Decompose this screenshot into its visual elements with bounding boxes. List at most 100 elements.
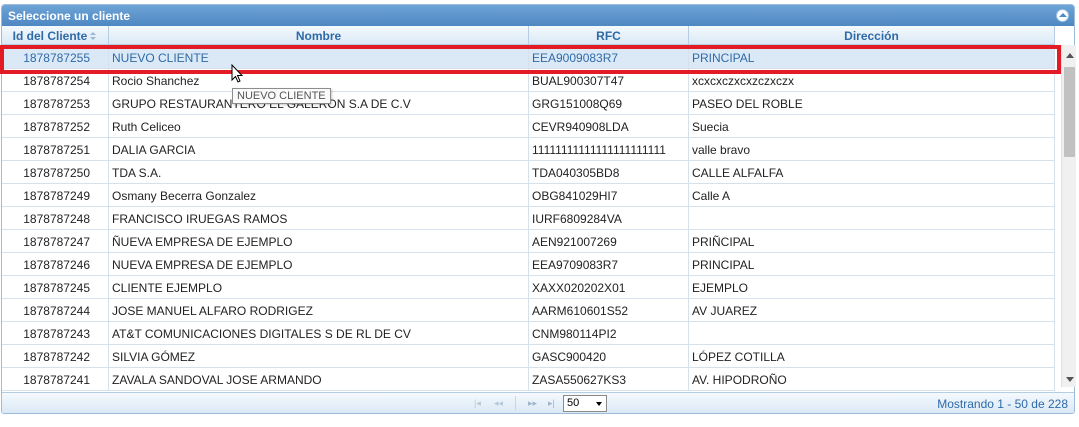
table-row[interactable]: 1878787247 ÑUEVA EMPRESA DE EJEMPLO AEN921…	[2, 230, 1055, 253]
first-page-icon[interactable]: |◂	[474, 399, 481, 408]
table-row[interactable]: 1878787255 NUEVO CLIENTE EEA9009083R7 PRINC…	[2, 46, 1055, 69]
dropdown-arrow-icon	[596, 402, 602, 406]
cell-id: 1878787250	[2, 161, 109, 183]
column-header-address-label: Dirección	[844, 29, 899, 43]
vertical-scrollbar[interactable]	[1061, 45, 1076, 387]
table-row[interactable]: 1878787244 JOSE MANUEL ALFARO RODRIGEZ AAR…	[2, 299, 1055, 322]
cell-id: 1878787241	[2, 368, 109, 390]
cell-address: Suecia	[689, 115, 1055, 137]
cell-rfc: GASC900420	[529, 345, 689, 367]
column-header-address[interactable]: Dirección	[689, 26, 1055, 44]
table-row[interactable]: 1878787242 SILVIA GÓMEZ GASC900420 LÓPEZ CO…	[2, 345, 1055, 368]
cell-id: 1878787242	[2, 345, 109, 367]
cell-address: PRINCIPAL	[689, 253, 1055, 275]
last-page-icon[interactable]: ▸|	[548, 399, 555, 408]
cell-name: ÑUEVA EMPRESA DE EJEMPLO	[109, 230, 529, 252]
prev-page-icon[interactable]: ◂◂	[494, 399, 503, 408]
table-row[interactable]: 1878787243 AT&T COMUNICACIONES DIGITALES …	[2, 322, 1055, 345]
cell-name: DALIA GARCIA	[109, 138, 529, 160]
cell-name: SILVIA GÓMEZ	[109, 345, 529, 367]
grid-titlebar: Seleccione un cliente	[2, 5, 1074, 26]
cell-name: CLIENTE EJEMPLO	[109, 276, 529, 298]
pager-info: Mostrando 1 - 50 de 228	[937, 397, 1068, 411]
grid-body: 1878787255 NUEVO CLIENTE EEA9009083R7 PRINC…	[2, 46, 1055, 392]
cell-id: 1878787244	[2, 299, 109, 321]
page-size-value: 50	[567, 397, 580, 409]
cell-address	[689, 207, 1055, 229]
cell-name: TDA S.A.	[109, 161, 529, 183]
pager-divider	[515, 396, 516, 410]
cell-address: LÓPEZ COTILLA	[689, 345, 1055, 367]
cell-rfc: ZASA550627KS3	[529, 368, 689, 390]
cell-name: AT&T COMUNICACIONES DIGITALES S DE RL DE…	[109, 322, 529, 344]
cell-address: AV. HIPODROÑO	[689, 368, 1055, 390]
cell-id: 1878787254	[2, 69, 109, 91]
table-row[interactable]: 1878787248 FRANCISCO IRUEGAS RAMOS IURF680…	[2, 207, 1055, 230]
cell-address: xcxcxczxcxzczxczx	[689, 69, 1055, 91]
cell-rfc: GRG151008Q69	[529, 92, 689, 114]
cell-address: AV JUAREZ	[689, 299, 1055, 321]
cell-rfc: EEA9009083R7	[529, 46, 689, 68]
column-header-name[interactable]: Nombre	[109, 26, 529, 44]
column-header-rfc[interactable]: RFC	[529, 26, 689, 44]
page-size-select[interactable]: 50	[563, 395, 607, 412]
cell-name: FRANCISCO IRUEGAS RAMOS	[109, 207, 529, 229]
cell-name: NUEVO CLIENTE	[109, 46, 529, 68]
cell-rfc: 11111111111111111111111	[529, 138, 689, 160]
table-row[interactable]: 1878787253 GRUPO RESTAURANTERO EL GALERON…	[2, 92, 1055, 115]
table-row[interactable]: 1878787249 Osmany Becerra Gonzalez OBG8410…	[2, 184, 1055, 207]
cell-rfc: CNM980114PI2	[529, 322, 689, 344]
cell-address: valle bravo	[689, 138, 1055, 160]
cell-address: CALLE ALFALFA	[689, 161, 1055, 183]
cell-address: PASEO DEL ROBLE	[689, 92, 1055, 114]
cell-name: Ruth Celiceo	[109, 115, 529, 137]
cell-rfc: AEN921007269	[529, 230, 689, 252]
cell-id: 1878787249	[2, 184, 109, 206]
sort-icon	[90, 32, 97, 41]
cell-rfc: XAXX020202X01	[529, 276, 689, 298]
table-row[interactable]: 1878787252 Ruth Celiceo CEVR940908LDA Sueci…	[2, 115, 1055, 138]
cell-address: PRIÑCIPAL	[689, 230, 1055, 252]
cell-rfc: IURF6809284VA	[529, 207, 689, 229]
cell-id: 1878787252	[2, 115, 109, 137]
table-row[interactable]: 1878787246 NUEVA EMPRESA DE EJEMPLO EEA970…	[2, 253, 1055, 276]
client-grid: Seleccione un cliente Id del Cliente Nom…	[1, 4, 1075, 414]
cell-address	[689, 322, 1055, 344]
cell-id: 1878787248	[2, 207, 109, 229]
column-header-id-label: Id del Cliente	[12, 29, 88, 43]
cell-name: Osmany Becerra Gonzalez	[109, 184, 529, 206]
table-row[interactable]: 1878787251 DALIA GARCIA 111111111111111111…	[2, 138, 1055, 161]
cell-rfc: EEA9709083R7	[529, 253, 689, 275]
cell-id: 1878787253	[2, 92, 109, 114]
cell-id: 1878787247	[2, 230, 109, 252]
column-header-id[interactable]: Id del Cliente	[2, 26, 109, 44]
cell-id: 1878787245	[2, 276, 109, 298]
column-header-rfc-label: RFC	[596, 29, 621, 43]
table-row[interactable]: 1878787250 TDA S.A. TDA040305BD8 CALLE ALFA…	[2, 161, 1055, 184]
tooltip: NUEVO CLIENTE	[232, 88, 331, 104]
table-row[interactable]: 1878787254 Rocio Shanchez BUAL900307T47 xcx…	[2, 69, 1055, 92]
collapse-icon[interactable]	[1056, 9, 1069, 22]
scroll-up-icon[interactable]	[1066, 53, 1074, 58]
scroll-thumb[interactable]	[1064, 67, 1075, 157]
table-row[interactable]: 1878787245 CLIENTE EJEMPLO XAXX020202X01 EJ…	[2, 276, 1055, 299]
column-header: Id del Cliente Nombre RFC Dirección	[2, 26, 1055, 45]
table-row[interactable]: 1878787241 ZAVALA SANDOVAL JOSE ARMANDO ZA…	[2, 368, 1055, 391]
column-header-name-label: Nombre	[295, 29, 342, 43]
grid-title: Seleccione un cliente	[8, 9, 131, 23]
cell-address: PRINCIPAL	[689, 46, 1055, 68]
pager: |◂ ◂◂ ▸▸ ▸| 50 Mostrando 1 - 50 de 228	[2, 392, 1074, 413]
cell-rfc: BUAL900307T47	[529, 69, 689, 91]
cell-address: EJEMPLO	[689, 276, 1055, 298]
next-page-icon[interactable]: ▸▸	[528, 399, 537, 408]
cell-rfc: AARM610601S52	[529, 299, 689, 321]
cell-name: NUEVA EMPRESA DE EJEMPLO	[109, 253, 529, 275]
cell-rfc: CEVR940908LDA	[529, 115, 689, 137]
cell-id: 1878787243	[2, 322, 109, 344]
cell-address: Calle A	[689, 184, 1055, 206]
cell-rfc: TDA040305BD8	[529, 161, 689, 183]
cell-id: 1878787251	[2, 138, 109, 160]
cell-rfc: OBG841029HI7	[529, 184, 689, 206]
scroll-down-icon[interactable]	[1066, 377, 1074, 382]
cell-name: JOSE MANUEL ALFARO RODRIGEZ	[109, 299, 529, 321]
